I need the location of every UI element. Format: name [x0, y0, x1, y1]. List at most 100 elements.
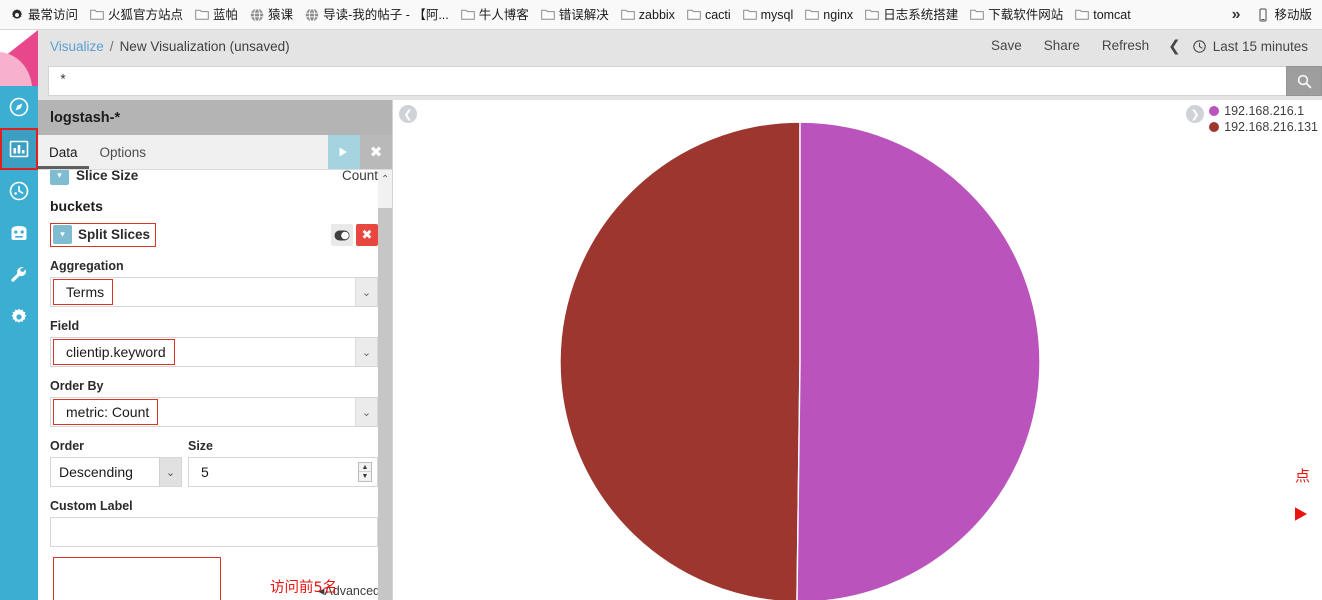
search-icon [1297, 74, 1312, 89]
bookmark-label: tomcat [1093, 7, 1131, 22]
chevron-down-icon: ⌄ [159, 458, 181, 486]
field-value: clientip.keyword [53, 339, 175, 365]
size-value: 5 [201, 464, 209, 480]
sidebar-item-visualize[interactable] [0, 128, 38, 170]
visualization-config-panel: logstash-* Data Options ✖ ▾ Slice Size C… [38, 100, 393, 600]
folder-icon [195, 8, 209, 22]
pie-chart-svg[interactable] [393, 100, 1322, 600]
pie-slice[interactable] [559, 121, 801, 600]
sidebar-item-dashboard[interactable] [0, 212, 38, 254]
tab-options[interactable]: Options [89, 135, 158, 169]
breadcrumb-visualize[interactable]: Visualize [50, 39, 104, 54]
size-stepper[interactable]: ▲ ▼ [358, 462, 372, 482]
bookmark-mobile[interactable]: 移动版 [1250, 5, 1318, 25]
order-select[interactable]: Descending ⌄ [50, 457, 182, 487]
tab-data[interactable]: Data [38, 135, 89, 169]
order-value: Descending [59, 464, 133, 480]
save-button[interactable]: Save [980, 30, 1033, 62]
browser-bookmark-bar: 最常访问 火狐官方站点 蓝帕 猿课 导读-我的帖子 - 【阿... 牛人博客 错误解决 zab… [0, 0, 1322, 30]
custom-label-input[interactable] [50, 517, 378, 547]
chevron-down-icon: ⌄ [355, 338, 377, 366]
slice-size-value: Count [341, 170, 378, 183]
size-input[interactable]: 5 ▲ ▼ [188, 457, 378, 487]
chevron-down-icon[interactable]: ▾ [53, 225, 72, 244]
play-icon [337, 146, 351, 158]
scrollbar-thumb[interactable] [378, 208, 392, 600]
stepper-down-icon[interactable]: ▼ [359, 472, 371, 481]
config-tabs: Data Options ✖ [38, 135, 392, 170]
time-range-label: Last 15 minutes [1212, 38, 1308, 54]
aggregation-select[interactable]: Terms ⌄ [50, 277, 378, 307]
time-picker[interactable]: Last 15 minutes [1189, 39, 1314, 54]
folder-icon [865, 8, 879, 22]
folder-icon [805, 8, 820, 22]
size-field-group: Size 5 ▲ ▼ [188, 439, 378, 487]
aggregation-label: Aggregation [50, 259, 124, 273]
breadcrumb-current: New Visualization (unsaved) [119, 38, 290, 54]
bookmark-item[interactable]: 猿课 [244, 5, 299, 25]
bookmark-item[interactable]: zabbix [615, 5, 681, 25]
order-by-select[interactable]: metric: Count ⌄ [50, 397, 378, 427]
apply-changes-button[interactable] [328, 135, 360, 169]
bookmark-label: 最常访问 [28, 7, 79, 22]
bookmark-item[interactable]: nginx [799, 5, 859, 25]
pie-chart [393, 100, 1322, 600]
discard-changes-button[interactable]: ✖ [360, 135, 392, 169]
chevron-up-icon[interactable]: ⌃ [381, 174, 389, 185]
bar-chart-icon [9, 139, 29, 159]
bookmark-item[interactable]: 最常访问 [4, 5, 84, 25]
metric-slice-size-row[interactable]: ▾ Slice Size Count [50, 170, 378, 186]
bookmark-item[interactable]: cacti [681, 5, 737, 25]
sidebar-item-discover[interactable] [0, 86, 38, 128]
bookmark-label: 错误解决 [558, 7, 609, 22]
bookmark-label: 猿课 [268, 7, 294, 22]
chevron-left-icon[interactable]: ❮ [1160, 37, 1189, 55]
refresh-button[interactable]: Refresh [1091, 30, 1160, 62]
bookmark-label: nginx [823, 7, 854, 22]
bookmark-item[interactable]: 火狐官方站点 [84, 5, 189, 25]
pie-slice[interactable] [796, 121, 1041, 600]
field-select[interactable]: clientip.keyword ⌄ [50, 337, 378, 367]
bookmark-item[interactable]: 导读-我的帖子 - 【阿... [299, 5, 455, 25]
bucket-delete-button[interactable]: ✖ [356, 224, 378, 246]
stepper-up-icon[interactable]: ▲ [359, 463, 371, 472]
field-label: Field [50, 319, 80, 333]
bookmark-item[interactable]: mysql [737, 5, 800, 25]
order-label: Order [50, 439, 85, 453]
bookmark-item[interactable]: tomcat [1069, 5, 1137, 25]
sidebar-item-management[interactable] [0, 296, 38, 338]
clock-icon [9, 181, 29, 201]
config-scrollbar[interactable]: ⌃ [378, 170, 392, 600]
mobile-icon [1256, 8, 1270, 22]
dashboard-icon [9, 223, 29, 243]
aggregation-value: Terms [53, 279, 114, 305]
bookmark-overflow-icon[interactable]: » [1222, 6, 1251, 24]
sidebar-item-dev-tools[interactable] [0, 254, 38, 296]
share-button[interactable]: Share [1033, 30, 1091, 62]
bookmark-label: mysql [760, 7, 794, 22]
edge-annotation-text: 点 [1295, 467, 1311, 485]
bucket-buttons: ✖ [331, 224, 378, 246]
folder-icon [970, 8, 985, 22]
search-submit-button[interactable] [1286, 66, 1322, 96]
bookmark-item[interactable]: 牛人博客 [455, 5, 535, 25]
chevron-down-icon[interactable]: ▾ [50, 170, 69, 185]
bucket-split-slices-row: ▾ Split Slices ✖ [50, 223, 378, 247]
bookmark-item[interactable]: 错误解决 [535, 5, 615, 25]
query-bar: * [38, 62, 1322, 100]
bookmark-label: cacti [704, 7, 731, 22]
search-input[interactable]: * [48, 66, 1286, 96]
sidebar-item-kibana-logo[interactable] [0, 30, 38, 86]
sidebar-item-timelion[interactable] [0, 170, 38, 212]
gear-icon [9, 307, 29, 327]
custom-label-label: Custom Label [50, 499, 133, 513]
bookmark-item[interactable]: 蓝帕 [189, 5, 244, 25]
folder-icon [687, 8, 701, 22]
bookmark-item[interactable]: 日志系统搭建 [859, 5, 964, 25]
compass-icon [9, 97, 29, 117]
bucket-title-highlight[interactable]: ▾ Split Slices [50, 223, 157, 247]
annotation-top5: 访问前5名 [270, 580, 338, 596]
bucket-enable-toggle[interactable] [331, 224, 353, 246]
bookmark-item[interactable]: 下载软件网站 [964, 5, 1069, 25]
bookmark-label: 移动版 [1274, 7, 1312, 22]
